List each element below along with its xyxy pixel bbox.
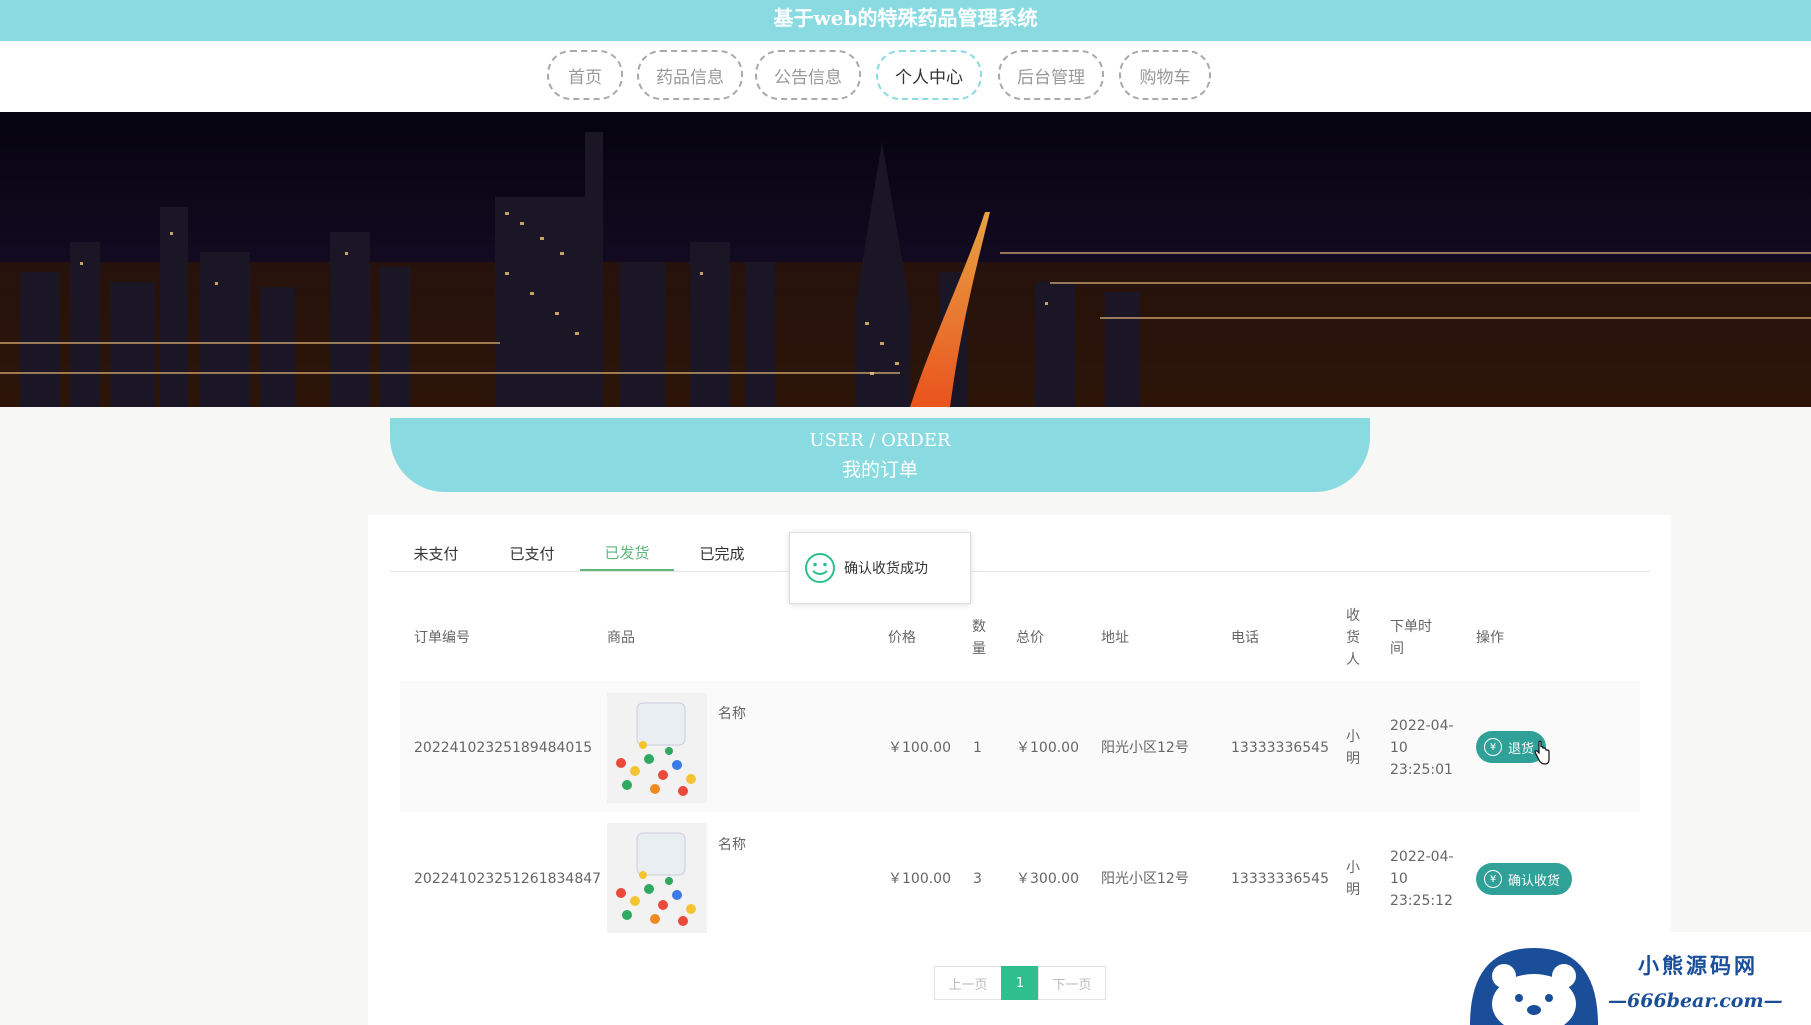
toast-message: 确认收货成功 (844, 561, 928, 577)
th-order-time: 下单时间 (1390, 619, 1432, 657)
prev-page-button[interactable]: 上一页 (934, 966, 1002, 1000)
tab-completed[interactable]: 已完成 (686, 535, 758, 571)
th-action: 操作 (1476, 630, 1504, 646)
bear-logo-icon (1470, 948, 1598, 1025)
quantity: 3 (973, 871, 982, 887)
th-order-no: 订单编号 (414, 630, 470, 646)
th-address: 地址 (1101, 630, 1129, 646)
th-total: 总价 (1016, 630, 1044, 646)
watermark-title: 小熊源码网 (1638, 953, 1758, 978)
product-thumbnail[interactable] (607, 693, 707, 803)
total-price: ￥100.00 (1016, 740, 1079, 756)
product-thumbnail[interactable] (607, 823, 707, 933)
nav-item-announcements[interactable]: 公告信息 (755, 50, 861, 100)
main-nav: 首页 药品信息 公告信息 个人中心 后台管理 购物车 (0, 41, 1811, 112)
nav-item-home[interactable]: 首页 (547, 50, 623, 100)
tab-unpaid[interactable]: 未支付 (402, 535, 470, 571)
success-toast: 确认收货成功 (789, 532, 971, 604)
watermark: 小熊源码网 —666bear.com— (1460, 932, 1811, 1025)
address: 阳光小区12号 (1101, 871, 1189, 887)
yen-icon: ¥ (1484, 870, 1502, 888)
quantity: 1 (973, 740, 982, 756)
next-page-button[interactable]: 下一页 (1038, 966, 1106, 1000)
return-button-label: 退货 (1508, 741, 1535, 757)
price: ￥100.00 (888, 871, 951, 887)
th-phone: 电话 (1231, 630, 1259, 646)
address: 阳光小区12号 (1101, 740, 1189, 756)
phone: 13333336545 (1231, 871, 1329, 887)
yen-icon: ¥ (1484, 738, 1502, 756)
section-header: USER / ORDER 我的订单 (390, 418, 1370, 492)
nav-item-cart[interactable]: 购物车 (1119, 50, 1211, 100)
th-price: 价格 (888, 630, 916, 646)
order-no: 20224102325126183484​7 (414, 871, 602, 887)
smile-icon (805, 553, 835, 583)
watermark-url: —666bear.com— (1608, 990, 1783, 1012)
th-qty: 数量 (972, 619, 986, 657)
total-price: ￥300.00 (1016, 871, 1079, 887)
tab-shipped[interactable]: 已发货 (580, 535, 674, 571)
site-title: 基于web的特殊药品管理系统 (773, 6, 1038, 30)
price: ￥100.00 (888, 740, 951, 756)
page-1-button[interactable]: 1 (1001, 966, 1039, 1000)
receiver: 小明 (1346, 860, 1360, 898)
product-name: 名称 (718, 706, 746, 722)
product-name: 名称 (718, 837, 746, 853)
top-bar: 基于web的特殊药品管理系统 (0, 0, 1811, 41)
phone: 13333336545 (1231, 740, 1329, 756)
nav-item-admin[interactable]: 后台管理 (998, 50, 1104, 100)
th-receiver: 收货人 (1346, 608, 1360, 668)
order-no: 20224102325189484015 (414, 740, 593, 756)
banner-image (0, 112, 1811, 407)
section-title-cn: 我的订单 (841, 459, 918, 481)
nav-item-user-center[interactable]: 个人中心 (876, 50, 982, 100)
order-time: 2022-04-10 23:25:12 (1390, 849, 1454, 909)
hand-cursor-icon (1534, 740, 1550, 765)
city-night-banner (0, 112, 1811, 407)
confirm-receipt-button[interactable]: ¥ 确认收货 (1476, 863, 1573, 895)
nav-item-medicine-info[interactable]: 药品信息 (637, 50, 743, 100)
confirm-receipt-label: 确认收货 (1508, 873, 1561, 889)
th-product: 商品 (607, 630, 635, 646)
section-title-en: USER / ORDER (809, 430, 951, 451)
order-time: 2022-04-10 23:25:01 (1390, 718, 1454, 778)
tab-paid[interactable]: 已支付 (496, 535, 568, 571)
tabs-divider (390, 571, 1650, 572)
receiver: 小明 (1346, 729, 1360, 767)
